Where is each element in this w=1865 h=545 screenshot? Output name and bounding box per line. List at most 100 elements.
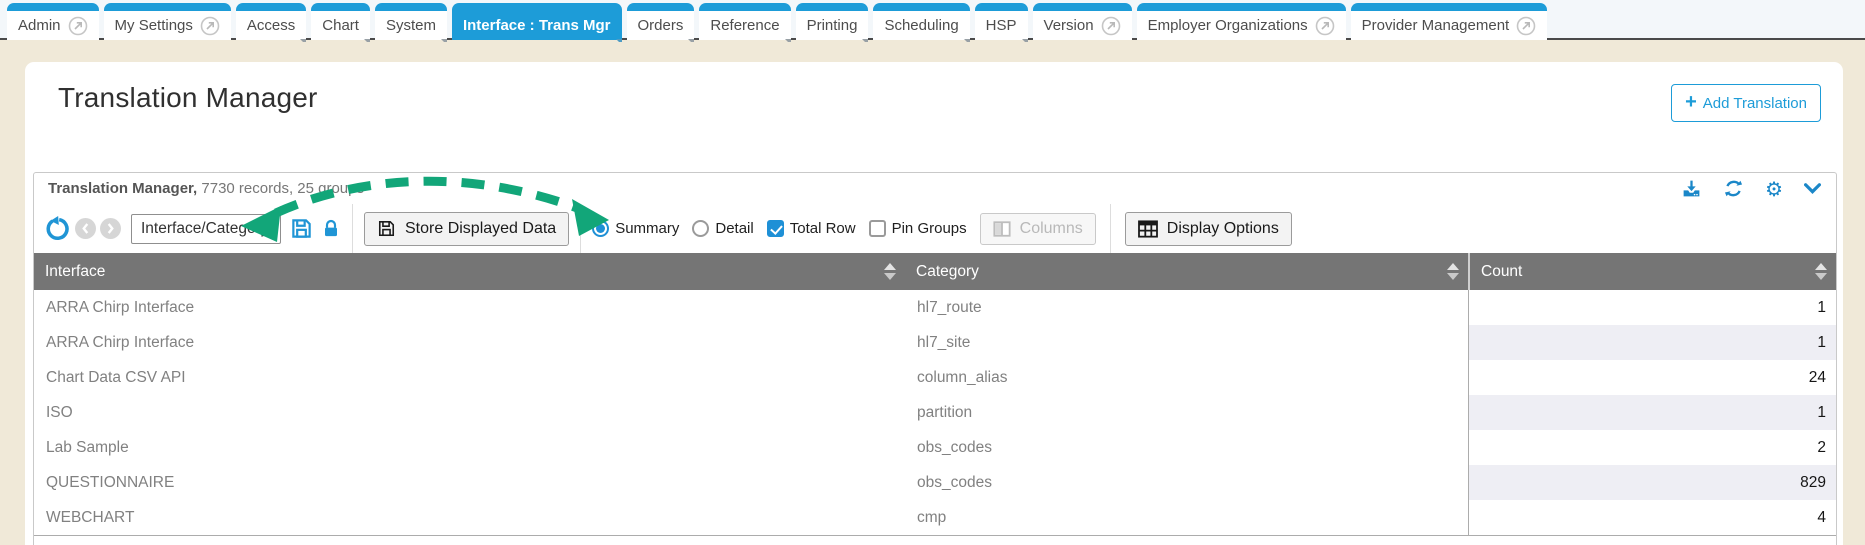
tab-label: System (386, 17, 436, 34)
checkbox-icon (869, 220, 886, 237)
next-group-icon[interactable] (100, 218, 121, 239)
table-row[interactable]: QUESTIONNAIREobs_codes829 (34, 465, 1836, 500)
column-header-label: Interface (45, 263, 105, 281)
page-title: Translation Manager (58, 82, 318, 114)
add-translation-button[interactable]: + Add Translation (1671, 84, 1821, 122)
tab-admin[interactable]: Admin (7, 3, 99, 40)
gear-icon[interactable]: ⚙ (1765, 179, 1783, 199)
store-displayed-data-label: Store Displayed Data (405, 220, 556, 238)
cell-count: 1 (1468, 325, 1836, 360)
tab-employer-organizations[interactable]: Employer Organizations (1137, 3, 1346, 40)
column-header-label: Category (916, 263, 979, 281)
display-options-button[interactable]: Display Options (1125, 212, 1292, 246)
tab-my-settings[interactable]: My Settings (104, 3, 231, 40)
table-row[interactable]: ISOpartition1 (34, 395, 1836, 430)
store-displayed-data-button[interactable]: Store Displayed Data (364, 212, 569, 246)
column-header-count[interactable]: Count (1468, 253, 1836, 290)
sort-icon[interactable] (884, 263, 896, 280)
cell-interface: Lab Sample (34, 430, 905, 465)
external-link-icon (1101, 16, 1121, 36)
translation-manager-panel: Translation Manager, 7730 records, 25 gr… (33, 172, 1837, 545)
panel-summary-title: Translation Manager, (48, 180, 197, 197)
column-header-interface[interactable]: Interface (34, 253, 905, 290)
tab-orders[interactable]: Orders (627, 3, 695, 40)
tab-label: Provider Management (1362, 17, 1510, 34)
sort-icon[interactable] (1447, 263, 1459, 280)
refresh-icon[interactable] (1723, 178, 1744, 199)
tab-printing[interactable]: Printing (796, 3, 869, 40)
table-row[interactable]: Chart Data CSV APIcolumn_alias24 (34, 360, 1836, 395)
radio-icon (592, 220, 609, 237)
tab-version[interactable]: Version (1033, 3, 1132, 40)
external-link-icon (1315, 16, 1335, 36)
cell-category: obs_codes (905, 430, 1468, 465)
columns-button[interactable]: Columns (980, 213, 1096, 245)
cell-interface: WEBCHART (34, 500, 905, 535)
chevron-down-icon[interactable] (1804, 183, 1821, 194)
total-row-checkbox[interactable]: Total Row (767, 220, 856, 237)
radio-icon (692, 220, 709, 237)
external-link-icon (1516, 16, 1536, 36)
tab-reference[interactable]: Reference (699, 3, 790, 40)
tab-interface-trans-mgr[interactable]: Interface : Trans Mgr (452, 3, 622, 40)
cell-category: partition (905, 395, 1468, 430)
group-by-select[interactable]: Interface/Category (131, 214, 281, 244)
panel-summary-detail: 7730 records, 25 groups (197, 180, 364, 197)
cell-category: column_alias (905, 360, 1468, 395)
tab-access[interactable]: Access (236, 3, 306, 40)
table-toolbar: Interface/Category Store Displayed Data (34, 204, 1836, 253)
tab-label: Version (1044, 17, 1094, 34)
external-link-icon (68, 16, 88, 36)
table-header-row: Interface Category Count (34, 253, 1836, 290)
cell-count: 1 (1468, 290, 1836, 325)
cell-interface: Chart Data CSV API (34, 360, 905, 395)
summary-radio[interactable]: Summary (592, 220, 679, 237)
save-view-icon[interactable] (290, 217, 313, 240)
tab-system[interactable]: System (375, 3, 447, 40)
table-body: ARRA Chirp Interfacehl7_route1ARRA Chirp… (34, 290, 1836, 536)
previous-group-icon[interactable] (75, 218, 96, 239)
summary-radio-label: Summary (615, 220, 679, 237)
save-icon (377, 219, 396, 238)
cell-count: 24 (1468, 360, 1836, 395)
sort-icon[interactable] (1815, 263, 1827, 280)
cell-category: hl7_site (905, 325, 1468, 360)
main-area: Translation Manager + Add Translation Tr… (0, 42, 1865, 545)
tab-label: HSP (986, 17, 1017, 34)
columns-icon (993, 220, 1011, 238)
tab-hsp[interactable]: HSP (975, 3, 1028, 40)
toolbar-separator (352, 204, 353, 253)
cell-category: obs_codes (905, 465, 1468, 500)
cell-count: 4 (1468, 500, 1836, 535)
cell-interface: ARRA Chirp Interface (34, 325, 905, 360)
checkbox-icon (767, 220, 784, 237)
cell-category: cmp (905, 500, 1468, 535)
table-row[interactable]: ARRA Chirp Interfacehl7_route1 (34, 290, 1836, 325)
pin-groups-checkbox[interactable]: Pin Groups (869, 220, 967, 237)
pin-groups-label: Pin Groups (892, 220, 967, 237)
undo-icon[interactable] (44, 216, 69, 241)
table-row[interactable]: Lab Sampleobs_codes2 (34, 430, 1836, 465)
tab-chart[interactable]: Chart (311, 3, 370, 40)
detail-radio[interactable]: Detail (692, 220, 753, 237)
panel-summary: Translation Manager, 7730 records, 25 gr… (48, 180, 364, 197)
table-row[interactable]: WEBCHARTcmp4 (34, 500, 1836, 535)
tab-label: Reference (710, 17, 779, 34)
plus-icon: + (1685, 92, 1697, 112)
cell-interface: ISO (34, 395, 905, 430)
cell-interface: ARRA Chirp Interface (34, 290, 905, 325)
lock-view-icon[interactable] (321, 218, 341, 240)
tab-label: Employer Organizations (1148, 17, 1308, 34)
detail-radio-label: Detail (715, 220, 753, 237)
tab-label: Orders (638, 17, 684, 34)
table-row[interactable]: ARRA Chirp Interfacehl7_site1 (34, 325, 1836, 360)
download-icon[interactable] (1681, 178, 1702, 199)
column-header-category[interactable]: Category (905, 253, 1468, 290)
content-card: Translation Manager + Add Translation Tr… (25, 62, 1843, 545)
tab-provider-management[interactable]: Provider Management (1351, 3, 1548, 40)
panel-header-icons: ⚙ (1681, 178, 1821, 199)
tab-scheduling[interactable]: Scheduling (873, 3, 969, 40)
cell-interface: QUESTIONNAIRE (34, 465, 905, 500)
tab-label: Admin (18, 17, 61, 34)
external-link-icon (200, 16, 220, 36)
